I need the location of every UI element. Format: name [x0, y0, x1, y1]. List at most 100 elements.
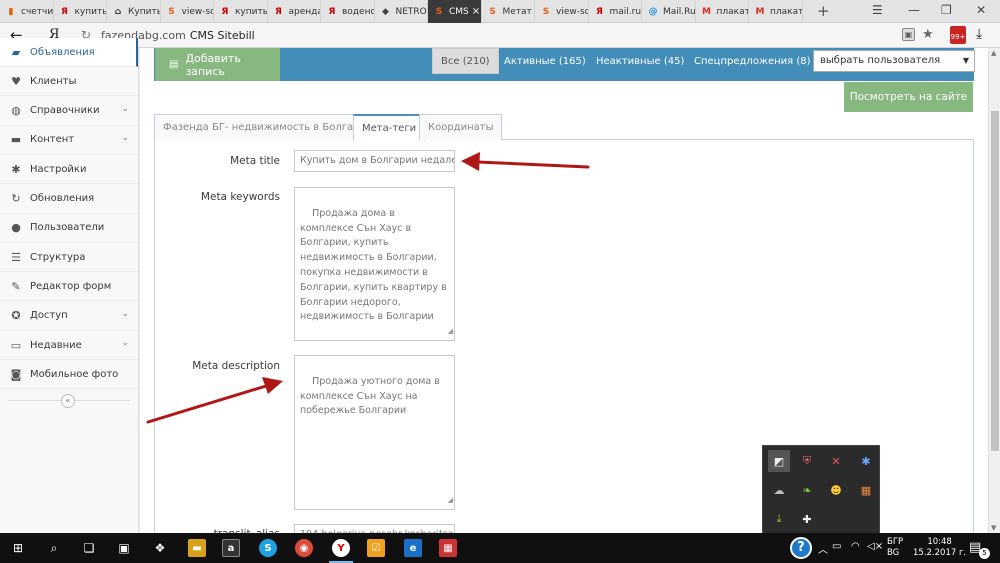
scroll-up-icon[interactable]: ▲ — [991, 49, 996, 57]
sidebar-item-recent[interactable]: ▭ Недавние ⌄ — [0, 331, 138, 360]
meta-keywords-textarea[interactable]: Продажа дома в комплексе Сън Хаус в Болг… — [294, 187, 455, 341]
show-hidden-icons-icon[interactable]: ︿ — [818, 541, 828, 556]
sidebar-item-settings[interactable]: ✱ Настройки — [0, 155, 138, 185]
browser-tab[interactable]: Яводено — [321, 0, 375, 23]
yandex-browser-icon[interactable]: Y — [332, 539, 350, 557]
scrollbar-thumb[interactable] — [991, 111, 999, 451]
bookmark-star-icon[interactable]: ★ — [922, 27, 934, 42]
browser-tab[interactable]: ▮ счетчи — [0, 0, 54, 23]
wifi-icon[interactable]: ◠ — [851, 541, 860, 552]
browser-tab[interactable]: Якупить — [214, 0, 268, 23]
amazon-icon[interactable]: a — [222, 539, 240, 557]
filter-all[interactable]: Все (210) — [432, 48, 499, 74]
sidebar-collapse-button[interactable]: « — [61, 394, 75, 408]
network-icon[interactable]: ✕ — [825, 450, 847, 472]
protect-icon[interactable]: ▣ — [902, 28, 915, 41]
extension-badge-icon[interactable]: 99+ — [950, 26, 966, 44]
maximize-button[interactable]: ❐ — [941, 3, 952, 17]
sidebar-item-clients[interactable]: ♥ Клиенты — [0, 67, 138, 97]
sidebar-item-form-editor[interactable]: ✎ Редактор форм — [0, 272, 138, 302]
browser-tab[interactable]: Mплакат — [749, 0, 803, 23]
browser-tab[interactable]: Sview-so — [161, 0, 214, 23]
shield-icon[interactable]: ⛨ — [796, 450, 818, 472]
sidebar-item-announcements[interactable]: ▰ Объявления — [0, 38, 138, 67]
tab-main[interactable]: Фазенда БГ- недвижимость в Болгарии — [154, 114, 382, 140]
filter-special-offers[interactable]: Спецпредложения (8) — [686, 48, 819, 74]
add-record-button[interactable]: ▤ Добавить запись — [155, 48, 280, 81]
edge-icon[interactable]: e — [404, 539, 422, 557]
new-tab-button[interactable]: + — [817, 2, 830, 20]
search-icon[interactable]: ⌕ — [44, 538, 64, 558]
volume-icon[interactable]: ◁× — [867, 541, 883, 552]
sidebar-item-content[interactable]: ▬ Контент ⌄ — [0, 126, 138, 155]
browser-tab[interactable]: S CMS × — [428, 0, 482, 23]
tab-meta-tags[interactable]: Мета-теги — [353, 114, 426, 141]
help-icon[interactable]: ? — [790, 537, 812, 559]
windows-start-icon[interactable]: ⊞ — [8, 538, 28, 558]
cloud-icon[interactable]: ◩ — [768, 450, 790, 472]
globe-icon: ◍ — [11, 104, 21, 118]
browser-tab-label: купить — [235, 6, 267, 17]
sidebar-item-access[interactable]: ✪ Доступ ⌄ — [0, 302, 138, 331]
filter-active[interactable]: Активные (165) — [496, 48, 594, 74]
browser-tab[interactable]: Sview-so — [535, 0, 589, 23]
browser-tab[interactable]: @ Mail.Ru — [642, 0, 696, 23]
sidebar-item-mobile-photo[interactable]: ◙ Мобильное фото — [0, 360, 138, 390]
palette-icon[interactable]: ▦ — [855, 479, 877, 501]
group-icon: ✪ — [11, 309, 21, 323]
emoji-icon[interactable]: ☻ — [825, 479, 847, 501]
meta-description-label: Meta description — [192, 360, 280, 372]
browser-tab[interactable]: Яаренда — [268, 0, 321, 23]
meta-description-textarea[interactable]: Продажа уютного дома в комплексе Сън Хау… — [294, 355, 455, 510]
meta-title-input[interactable]: Купить дом в Болгарии недалеко от моря — [294, 150, 455, 172]
chevron-down-icon[interactable]: ⌄ — [121, 133, 129, 143]
dropbox-icon[interactable]: ❖ — [150, 538, 170, 558]
sidebar-item-structure[interactable]: ☰ Структура — [0, 243, 138, 273]
chevron-down-icon[interactable]: ⌄ — [121, 104, 129, 114]
page-scrollbar[interactable]: ▲ ▼ — [988, 48, 1000, 533]
translit-alias-input[interactable]: 104-bolgariya-nesebr-kosharitsa — [294, 524, 455, 533]
skype-icon[interactable]: S — [259, 539, 277, 557]
download-icon[interactable]: ⤓ — [976, 26, 982, 42]
mail-icon[interactable]: ☑ — [367, 539, 385, 557]
store-icon[interactable]: ▣ — [114, 538, 134, 558]
browser-tab[interactable]: S Метат — [482, 0, 535, 23]
leaf-icon[interactable]: ❧ — [796, 479, 818, 501]
resize-grip-icon[interactable]: ◢ — [448, 324, 453, 339]
app-icon[interactable]: ▦ — [439, 539, 457, 557]
user-select[interactable]: выбрать пользователя ▼ — [813, 50, 975, 72]
chevron-down-icon[interactable]: ⌄ — [121, 309, 129, 319]
minimize-button[interactable]: — — [908, 3, 920, 17]
language-indicator[interactable]: БГР BG — [887, 537, 903, 559]
clock[interactable]: 10:48 15.2.2017 г. — [913, 537, 966, 559]
action-center-icon[interactable]: ▤ 5 — [969, 540, 990, 559]
sidebar-item-users[interactable]: ● Пользователи — [0, 214, 138, 243]
mailru-icon: @ — [648, 6, 658, 17]
tab-coordinates[interactable]: Координаты — [419, 114, 503, 140]
chrome-icon[interactable]: ◉ — [295, 539, 313, 557]
browser-tab[interactable]: ⌂ Купить — [107, 0, 161, 23]
onedrive-icon[interactable]: ☁ — [768, 479, 790, 501]
browser-tab[interactable]: ◆ NETRO — [375, 0, 428, 23]
chevron-down-icon[interactable]: ⌄ — [121, 338, 129, 348]
sitebill-icon: S — [435, 6, 443, 17]
file-explorer-icon[interactable]: ▬ — [188, 539, 206, 557]
security-icon[interactable]: ✚ — [796, 508, 818, 530]
resize-grip-icon[interactable]: ◢ — [448, 493, 453, 508]
close-tab-icon[interactable]: × — [472, 6, 480, 17]
sidebar-item-references[interactable]: ◍ Справочники ⌄ — [0, 97, 138, 126]
sidebar-item-updates[interactable]: ↻ Обновления — [0, 185, 138, 214]
bluetooth-icon[interactable]: ✱ — [855, 450, 877, 472]
filter-inactive[interactable]: Неактивные (45) — [588, 48, 692, 74]
view-on-site-button[interactable]: Посмотреть на сайте — [844, 82, 973, 112]
browser-tab[interactable]: Якупить — [54, 0, 107, 23]
battery-icon[interactable]: ▭ — [832, 541, 841, 552]
task-view-icon[interactable]: ❏ — [79, 538, 99, 558]
download-icon[interactable]: ⤓ — [768, 508, 790, 530]
browser-tab[interactable]: Mплакат — [696, 0, 749, 23]
sidebar-item-label: Настройки — [30, 163, 87, 175]
browser-tab[interactable]: Яmail.ru — [589, 0, 642, 23]
menu-icon[interactable]: ☰ — [872, 3, 883, 17]
scroll-down-icon[interactable]: ▼ — [991, 524, 996, 532]
close-window-button[interactable]: ✕ — [976, 3, 986, 17]
